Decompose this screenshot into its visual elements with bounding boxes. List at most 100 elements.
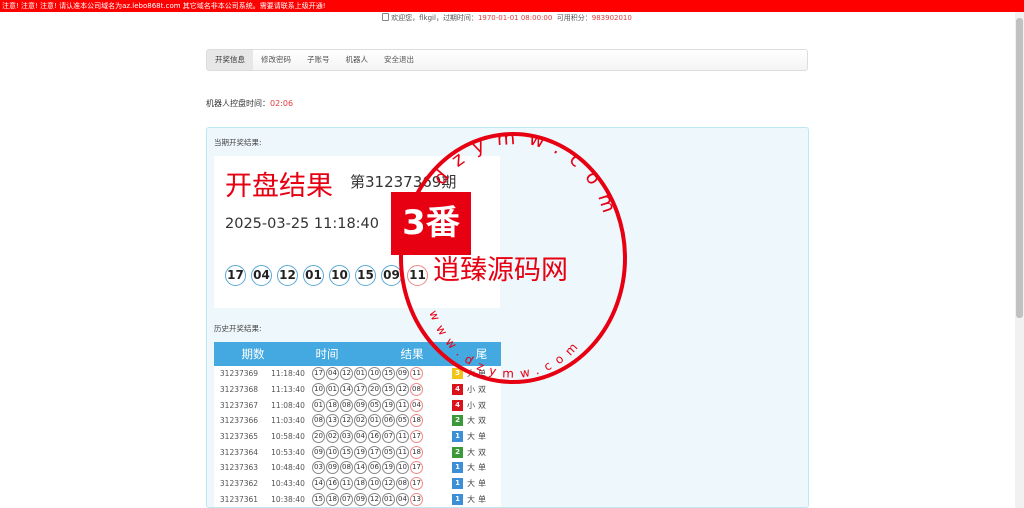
- row-ball: 08: [340, 461, 353, 475]
- row-time: 10:53:40: [271, 447, 305, 457]
- notice-text: 注意! 注意! 注意! 请认准本公司域名为az.lebo868t.com 其它域…: [2, 2, 326, 10]
- row-ball: 01: [368, 414, 381, 428]
- row-attrs: 1大单: [452, 478, 501, 490]
- row-size: 大: [467, 463, 475, 473]
- row-balls: 20 02 03 04 16 07 11 17: [312, 430, 452, 444]
- row-period: 31237361: [219, 494, 259, 504]
- robot-timer: 机器人控盘时间：02:06: [206, 98, 293, 109]
- row-ball: 14: [312, 477, 325, 491]
- row-attrs: 1大单: [452, 493, 501, 505]
- table-row: 31237363 10:48:40 03 09 08 14 06 19 10 17 1 大单: [214, 460, 501, 476]
- row-ball: 02: [354, 414, 367, 428]
- row-parity: 单: [478, 479, 486, 489]
- table-row: 31237367 11:08:40 01 18 08 09 05 19 11 04 4 小双: [214, 397, 501, 414]
- row-ball: 09: [354, 398, 367, 412]
- row-ball: 18: [326, 398, 339, 412]
- row-ball: 06: [382, 414, 395, 428]
- row-time: 10:58:40: [271, 432, 305, 442]
- row-ball: 18: [326, 492, 339, 506]
- tab-sub-account[interactable]: 子账号: [299, 50, 338, 70]
- tab-logout[interactable]: 安全退出: [376, 50, 422, 70]
- row-ball: 16: [368, 430, 381, 444]
- row-ball: 17: [354, 383, 367, 397]
- row-ball: 17: [410, 477, 423, 491]
- username: flkgil: [419, 14, 436, 22]
- table-row: 31237365 10:58:40 20 02 03 04 16 07 11 17 1 大单: [214, 428, 501, 445]
- row-ball: 01: [354, 367, 367, 381]
- row-attrs: 4小双: [452, 399, 501, 411]
- row-sum-badge: 2: [452, 415, 463, 427]
- row-size: 大: [467, 447, 475, 457]
- timer-label: 机器人控盘时间：: [206, 99, 270, 108]
- table-row: 31237361 10:38:40 15 18 07 09 12 01 04 13 1 大单: [214, 491, 501, 508]
- row-ball: 19: [382, 461, 395, 475]
- row-ball: 09: [326, 461, 339, 475]
- row-sum-badge: 1: [452, 462, 463, 474]
- result-title: 开盘结果: [225, 171, 333, 202]
- row-ball: 15: [312, 492, 325, 506]
- row-time: 10:38:40: [271, 494, 305, 504]
- welcome-prefix: 欢迎您，: [391, 14, 420, 22]
- expire-value: 1970-01-01 08:00:00: [477, 14, 553, 22]
- row-ball: 18: [410, 445, 423, 459]
- history-section-title: 历史开奖结果:: [214, 324, 262, 333]
- row-ball: 11: [340, 477, 353, 491]
- result-time: 2025-03-25 11:18:40: [225, 216, 379, 232]
- row-balls: 03 09 08 14 06 19 10 17: [312, 461, 452, 475]
- row-time: 10:43:40: [271, 479, 305, 489]
- row-ball: 15: [340, 445, 353, 459]
- row-attrs: 2大双: [452, 446, 501, 458]
- table-row: 31237364 10:53:40 09 10 15 19 17 05 11 18 2 大双: [214, 444, 501, 461]
- row-ball: 06: [368, 461, 381, 475]
- row-period: 31237366: [219, 416, 259, 426]
- row-sum-badge: 1: [452, 478, 463, 490]
- row-size: 大: [467, 494, 475, 504]
- ball: 10: [329, 265, 350, 286]
- scrollbar-thumb[interactable]: [1016, 18, 1023, 318]
- row-ball: 14: [340, 383, 353, 397]
- ball: 04: [251, 265, 272, 286]
- row-period: 31237365: [219, 432, 259, 442]
- ball: 12: [277, 265, 298, 286]
- row-ball: 15: [382, 383, 395, 397]
- row-ball: 12: [340, 414, 353, 428]
- row-ball: 04: [410, 398, 423, 412]
- row-sum-badge: 1: [452, 493, 463, 505]
- row-ball: 11: [396, 445, 409, 459]
- row-ball: 17: [410, 461, 423, 475]
- row-ball: 19: [382, 398, 395, 412]
- watermark-text: 逍臻源码网: [433, 255, 568, 286]
- row-ball: 15: [382, 367, 395, 381]
- row-ball: 09: [354, 492, 367, 506]
- row-ball: 18: [354, 477, 367, 491]
- row-ball: 10: [396, 461, 409, 475]
- tab-draw-info[interactable]: 开奖信息: [207, 50, 253, 70]
- row-parity: 双: [478, 400, 486, 410]
- points-value: 983902010: [591, 14, 632, 22]
- row-parity: 单: [478, 463, 486, 473]
- row-sum-badge: 1: [452, 431, 463, 443]
- row-period: 31237362: [219, 479, 259, 489]
- tab-change-password[interactable]: 修改密码: [253, 50, 299, 70]
- ball: 01: [303, 265, 324, 286]
- ball: 15: [355, 265, 376, 286]
- notice-marquee: 注意! 注意! 注意! 请认准本公司域名为az.lebo868t.com 其它域…: [0, 0, 1024, 12]
- header-period: 期数: [241, 347, 265, 361]
- row-ball: 01: [312, 398, 325, 412]
- tab-robot[interactable]: 机器人: [338, 50, 377, 70]
- row-balls: 08 13 12 02 01 06 05 18: [312, 414, 452, 428]
- user-icon: [382, 13, 390, 21]
- timer-value: 02:06: [270, 99, 294, 108]
- row-ball: 09: [312, 445, 325, 459]
- row-ball: 17: [410, 430, 423, 444]
- row-period: 31237363: [219, 463, 259, 473]
- row-period: 31237364: [219, 447, 259, 457]
- points-label: 可用积分：: [556, 14, 592, 22]
- row-parity: 双: [478, 416, 486, 426]
- row-size: 大: [467, 416, 475, 426]
- row-period: 31237367: [219, 400, 259, 410]
- row-ball: 12: [340, 367, 353, 381]
- row-ball: 05: [396, 414, 409, 428]
- row-balls: 15 18 07 09 12 01 04 13: [312, 492, 452, 506]
- row-ball: 01: [382, 492, 395, 506]
